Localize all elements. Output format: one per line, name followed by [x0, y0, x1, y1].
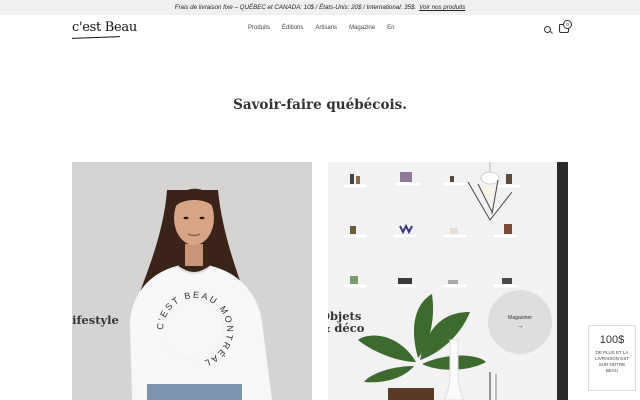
promo-link[interactable]: Voir nos produits: [419, 4, 465, 11]
cart-count: 0: [563, 20, 572, 29]
lifestyle-card[interactable]: C'EST BEAU MONTRÉAL Lifestyle: [72, 162, 312, 400]
logo-text: c'est Beau: [72, 20, 137, 35]
nav-item-artisans[interactable]: Artisans: [315, 25, 337, 31]
sweatshirt-print: C'EST BEAU MONTRÉAL: [155, 290, 235, 369]
card-title-line2: & déco: [328, 321, 365, 335]
svg-text:C'EST BEAU MONTRÉAL: C'EST BEAU MONTRÉAL: [155, 290, 235, 369]
site-header: c'est Beau Produits Éditions Artisans Ma…: [0, 15, 640, 45]
shipping-badge[interactable]: 100$ DE PLUS ET LA LIVRAISON EST SUR NOT…: [588, 325, 636, 391]
nav-item-editions[interactable]: Éditions: [282, 25, 303, 31]
nav-item-produits[interactable]: Produits: [248, 25, 270, 31]
arrow-right-icon: →: [516, 322, 524, 330]
page-headline: Savoir-faire québécois.: [233, 97, 407, 113]
search-icon[interactable]: [544, 26, 551, 33]
promo-banner: Frais de livraison fixe – QUÉBEC et CANA…: [0, 0, 640, 15]
card-title-objets-deco: Objets & déco: [328, 310, 364, 334]
language-switch[interactable]: En: [387, 25, 394, 31]
nav-item-magazine[interactable]: Magazine: [349, 25, 375, 31]
objets-deco-card[interactable]: Objets & déco: [328, 162, 568, 400]
main-nav: Produits Éditions Artisans Magazine En: [248, 25, 394, 31]
shop-button-label: Magasiner: [507, 314, 533, 321]
shipping-badge-text: DE PLUS ET LA LIVRAISON EST SUR NOTRE BE…: [594, 350, 629, 373]
sweatshirt-text: C'EST BEAU MONTRÉAL: [155, 290, 233, 369]
logo[interactable]: c'est Beau: [71, 20, 137, 39]
shipping-badge-amount: 100$: [599, 334, 625, 346]
logo-underline: [71, 36, 121, 39]
shelf-photo: [341, 162, 568, 400]
card-title-lifestyle: Lifestyle: [72, 313, 119, 327]
promo-text: Frais de livraison fixe – QUÉBEC et CANA…: [174, 4, 417, 11]
shop-button[interactable]: Magasiner →: [488, 290, 552, 354]
